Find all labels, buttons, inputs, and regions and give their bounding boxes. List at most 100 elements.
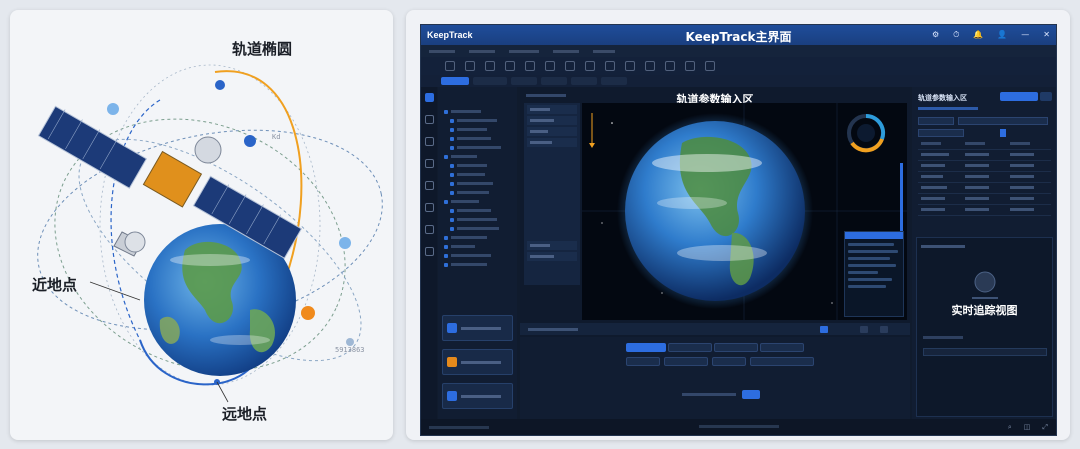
bell-icon[interactable]: 🔔 (973, 29, 983, 41)
tab-bar (421, 75, 1056, 87)
nav-icon[interactable] (424, 137, 434, 146)
tree-row[interactable] (438, 224, 517, 233)
nav-icon[interactable] (424, 115, 434, 124)
play-button[interactable] (820, 325, 828, 333)
mode-button[interactable] (626, 343, 666, 352)
tree-row[interactable] (438, 170, 517, 179)
scrollbar[interactable] (900, 163, 903, 233)
nav-icon[interactable] (424, 203, 434, 212)
tab[interactable] (511, 77, 537, 85)
param-row[interactable] (527, 252, 577, 261)
tool-icon[interactable] (525, 61, 535, 71)
tree-row[interactable] (438, 197, 517, 206)
action-card-warning[interactable] (442, 349, 513, 375)
right-panel-title: 轨道参数输入区 (918, 94, 967, 102)
tree-row[interactable] (438, 188, 517, 197)
clock-icon[interactable]: ⏱ (953, 29, 959, 41)
param-row[interactable] (527, 116, 577, 125)
tool-icon[interactable] (625, 61, 635, 71)
globe-viewport[interactable] (582, 103, 907, 320)
option-button[interactable] (714, 343, 758, 352)
table-row[interactable] (918, 172, 1051, 183)
option-button[interactable] (760, 343, 804, 352)
tool-icon[interactable] (705, 61, 715, 71)
tree-row[interactable] (438, 215, 517, 224)
value-field[interactable] (626, 357, 660, 366)
close-icon[interactable]: ✕ (1043, 29, 1050, 41)
tab[interactable] (571, 77, 597, 85)
tab-active[interactable] (441, 77, 469, 85)
tool-icon[interactable] (545, 61, 555, 71)
tool-icon[interactable] (685, 61, 695, 71)
tool-icon[interactable] (585, 61, 595, 71)
tab[interactable] (541, 77, 567, 85)
param-row[interactable] (527, 241, 577, 250)
tree-row[interactable] (438, 116, 517, 125)
apply-button[interactable] (1000, 92, 1038, 101)
tree-row[interactable] (438, 233, 517, 242)
hint-text (682, 393, 736, 396)
tree-row[interactable] (438, 107, 517, 116)
tree-row[interactable] (438, 179, 517, 188)
action-card-doc[interactable] (442, 383, 513, 409)
menu-item[interactable] (553, 49, 579, 53)
tool-icon[interactable] (665, 61, 675, 71)
track-input[interactable] (923, 348, 1047, 356)
settings-icon[interactable]: ⚙ (932, 29, 939, 41)
table-row[interactable] (918, 205, 1051, 216)
table-row[interactable] (918, 194, 1051, 205)
pause-button[interactable] (860, 325, 868, 333)
fullscreen-icon[interactable]: ⤢ (1042, 423, 1048, 432)
orbit-illustration: 轨道椭圆 近地点 远地点 Kd 5913863 (10, 10, 393, 440)
table-row[interactable] (918, 183, 1051, 194)
menu-item[interactable] (469, 49, 495, 53)
value-field[interactable] (750, 357, 814, 366)
perigee-label: 近地点 (32, 276, 78, 294)
tree-row[interactable] (438, 152, 517, 161)
tool-icon[interactable] (565, 61, 575, 71)
tool-icon[interactable] (645, 61, 655, 71)
tree-row[interactable] (438, 242, 517, 251)
stop-button[interactable] (880, 325, 888, 333)
confirm-button[interactable] (742, 390, 760, 399)
tool-icon[interactable] (505, 61, 515, 71)
tree-row[interactable] (438, 260, 517, 269)
tree-row[interactable] (438, 134, 517, 143)
tab[interactable] (601, 77, 627, 85)
menu-item[interactable] (509, 49, 539, 53)
menu-item[interactable] (593, 49, 615, 53)
action-card-add[interactable] (442, 315, 513, 341)
tree-row[interactable] (438, 206, 517, 215)
tool-icon[interactable] (445, 61, 455, 71)
option-button[interactable] (668, 343, 712, 352)
value-field[interactable] (664, 357, 708, 366)
user-icon[interactable]: 👤 (997, 29, 1007, 41)
tab[interactable] (473, 77, 507, 85)
layers-icon[interactable]: ◫ (1024, 423, 1031, 432)
zoom-icon[interactable]: ⌕ (1008, 423, 1012, 432)
table-row[interactable] (918, 161, 1051, 172)
param-row[interactable] (527, 105, 577, 114)
tool-icon[interactable] (605, 61, 615, 71)
nav-icon[interactable] (424, 159, 434, 168)
document-icon (447, 391, 457, 401)
nav-icon[interactable] (424, 247, 434, 256)
tool-icon[interactable] (465, 61, 475, 71)
parameter-controls (520, 337, 910, 421)
param-row[interactable] (527, 127, 577, 136)
tree-row[interactable] (438, 251, 517, 260)
tree-row[interactable] (438, 125, 517, 134)
tool-icon[interactable] (485, 61, 495, 71)
minimize-icon[interactable]: — (1021, 29, 1029, 41)
nav-icon[interactable] (424, 181, 434, 190)
nav-icon[interactable] (424, 225, 434, 234)
nav-icon-orbit[interactable] (424, 93, 434, 102)
menu-item[interactable] (429, 49, 455, 53)
more-button[interactable] (1040, 92, 1052, 101)
status-bar: ⌕ ◫ ⤢ (421, 419, 1056, 435)
param-row[interactable] (527, 138, 577, 147)
table-row[interactable] (918, 150, 1051, 161)
value-field[interactable] (712, 357, 746, 366)
tree-row[interactable] (438, 161, 517, 170)
tree-row[interactable] (438, 143, 517, 152)
